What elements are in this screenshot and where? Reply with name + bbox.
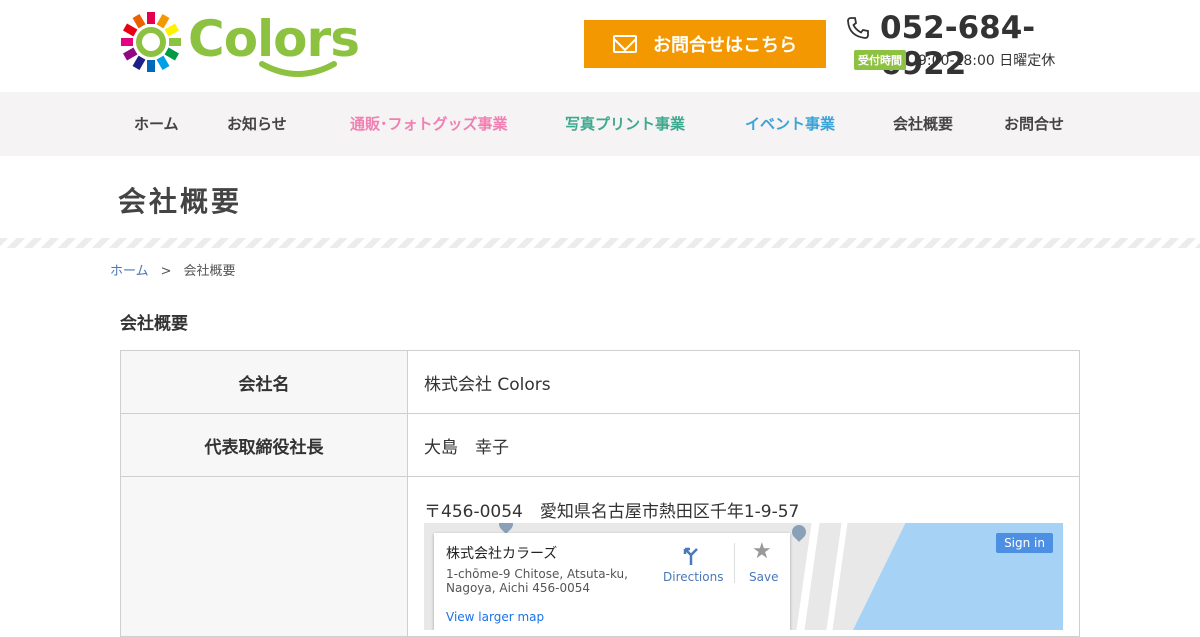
directions-icon[interactable] [682,545,700,565]
phone-number[interactable]: 052-684-6922 [880,10,1086,82]
card-divider [734,543,735,583]
map-marker-icon[interactable] [789,523,809,542]
contact-button-label: お問合せはこちら [653,35,797,56]
save-link[interactable]: Save [749,570,778,584]
star-icon[interactable]: ★ [752,539,772,564]
breadcrumb-home-link[interactable]: ホーム [110,264,149,279]
nav-item-mail-order[interactable]: 通販･フォトグッズ事業 [350,92,508,156]
site-logo[interactable]: Colors [118,8,360,77]
row-value-company-name: 株式会社 Colors [407,350,1080,414]
map-place-card: 株式会社カラーズ 1-chōme-9 Chitose, Atsuta-ku, N… [434,533,790,630]
table-row: 会社名 株式会社 Colors [120,350,1080,414]
logo-sun-icon [121,12,181,72]
business-hours: 9:00-18:00 日曜定休 [918,53,1056,69]
breadcrumb-separator: > [160,264,172,279]
breadcrumb: ホーム > 会社概要 [110,260,236,279]
row-label-address [120,476,408,637]
nav-item-photo-print[interactable]: 写真プリント事業 [565,92,685,156]
directions-link[interactable]: Directions [663,570,723,584]
hours-badge: 受付時間 [854,50,906,70]
map-place-address: 1-chōme-9 Chitose, Atsuta-ku, Nagoya, Ai… [446,567,628,595]
view-larger-map-link[interactable]: View larger map [446,610,544,624]
row-label-representative: 代表取締役社長 [120,413,408,477]
nav-item-events[interactable]: イベント事業 [745,92,835,156]
breadcrumb-current: 会社概要 [183,264,236,279]
row-label-company-name: 会社名 [120,350,408,414]
phone-icon [847,17,869,39]
map-place-name: 株式会社カラーズ [446,546,558,562]
title-divider [0,238,1200,248]
logo-smile-icon [259,61,337,77]
phone-contact: 052-684-6922 受付時間 9:00-18:00 日曜定休 [846,10,1086,82]
nav-item-news[interactable]: お知らせ [227,92,287,156]
row-value-representative: 大島 幸子 [407,413,1080,477]
global-nav: ホーム お知らせ 通販･フォトグッズ事業 写真プリント事業 イベント事業 会社概… [0,92,1200,156]
address-text: 〒456-0054 愛知県名古屋市熱田区千年1-9-57 [424,502,800,522]
nav-item-company[interactable]: 会社概要 [893,92,953,156]
contact-button[interactable]: お問合せはこちら [584,20,826,68]
page-title: 会社概要 [118,185,243,218]
map-sign-in-button[interactable]: Sign in [996,533,1053,553]
nav-item-home[interactable]: ホーム [134,92,179,156]
nav-item-contact[interactable]: お問合せ [1004,92,1064,156]
google-map-embed[interactable]: Sign in 株式会社カラーズ 1-chōme-9 Chitose, Atsu… [424,523,1063,630]
map-road [826,523,848,630]
table-row: 代表取締役社長 大島 幸子 [120,413,1080,477]
site-header: Colors お問合せはこちら 052-684-6922 受付時間 9:00-1… [0,0,1200,92]
section-title: 会社概要 [120,314,188,334]
mail-icon [613,35,637,53]
